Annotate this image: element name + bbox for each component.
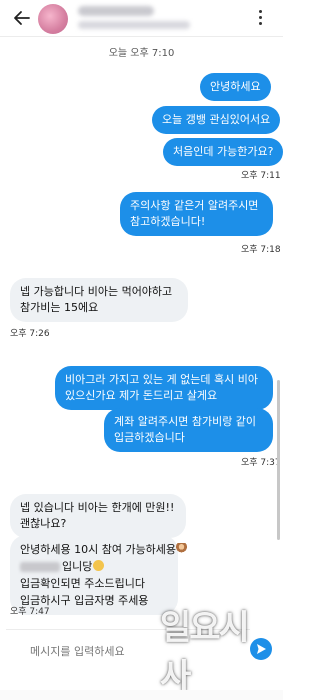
message-text-line: 입니당 xyxy=(62,560,93,573)
message-text-line: 주의사항 같은거 알려주시면 xyxy=(130,199,259,212)
message-text-line: 입금하겠습니다 xyxy=(114,431,185,444)
contact-name-redacted xyxy=(78,6,154,16)
more-vertical-icon[interactable] xyxy=(250,7,270,29)
message-bubble-outgoing[interactable]: 비아그라 가지고 있는 게 없는데 혹시 비아 있으신가요 제가 돈드리고 살게… xyxy=(55,366,273,410)
message-text-line: 넵 가능합니다 비아는 먹어야하고 xyxy=(20,285,173,298)
scrollbar[interactable] xyxy=(277,380,280,540)
message-text-line: 참고하겠습니다! xyxy=(130,215,206,228)
message-bubble-incoming[interactable]: 넵 있습니다 비아는 한개에 만원!! 괜찮나요? xyxy=(10,494,186,538)
message-text-line: 안녕하세용 10시 참여 가능하세용 xyxy=(20,543,177,556)
contact-handle-redacted xyxy=(78,21,190,29)
day-separator: 오늘 오후 7:10 xyxy=(108,48,175,59)
message-text: 처음인데 가능한가요? xyxy=(173,145,274,158)
message-timestamp: 오후 7:37 xyxy=(241,458,281,468)
message-text-line: 괜찮나요? xyxy=(20,517,67,530)
chat-header xyxy=(0,0,283,37)
message-bubble-incoming[interactable]: 넵 가능합니다 비아는 먹어야하고 참가비는 15에요 xyxy=(10,278,188,322)
message-text: 오늘 갱뱅 관심있어서요 xyxy=(162,113,271,126)
redacted-text xyxy=(20,562,60,572)
message-timestamp: 오후 7:26 xyxy=(10,329,50,339)
message-bubble-outgoing[interactable]: 계좌 알려주시면 참가비랑 같이 입금하겠습니다 xyxy=(104,408,273,452)
message-timestamp: 오후 7:18 xyxy=(241,245,281,255)
message-text-line: 계좌 알려주시면 참가비랑 같이 xyxy=(114,415,257,428)
message-bubble-outgoing[interactable]: 오늘 갱뱅 관심있어서요 xyxy=(152,106,281,134)
message-text-line: 비아그라 가지고 있는 게 없는데 혹시 비아 xyxy=(65,373,259,386)
message-bubble-outgoing[interactable]: 처음인데 가능한가요? xyxy=(163,138,284,166)
bottom-bar xyxy=(0,690,283,700)
avatar[interactable] xyxy=(38,4,68,34)
message-bubble-incoming[interactable]: 안녕하세용 10시 참여 가능하세용 입니당 입금확인되면 주소드립니다 입금하… xyxy=(10,535,188,615)
message-bubble-outgoing[interactable]: 안녕하세요 xyxy=(200,73,271,101)
message-timestamp: 오후 7:11 xyxy=(241,171,281,181)
watermark: 일요시사 xyxy=(160,608,250,697)
message-text-line: 넵 있습니다 비아는 한개에 만원!! xyxy=(20,501,175,514)
person-emoji-icon xyxy=(176,543,188,554)
message-bubble-outgoing[interactable]: 주의사항 같은거 알려주시면 참고하겠습니다! xyxy=(120,192,273,236)
message-text-line: 입금확인되면 주소드립니다 xyxy=(20,577,145,590)
message-input[interactable] xyxy=(28,641,182,661)
message-timestamp: 오후 7:47 xyxy=(10,607,50,617)
back-arrow-icon[interactable] xyxy=(12,8,32,28)
message-text: 안녕하세요 xyxy=(210,80,261,93)
message-text-line: 있으신가요 제가 돈드리고 살게요 xyxy=(65,389,218,402)
message-text-line: 참가비는 15에요 xyxy=(20,301,99,314)
smile-emoji-icon xyxy=(93,560,105,571)
